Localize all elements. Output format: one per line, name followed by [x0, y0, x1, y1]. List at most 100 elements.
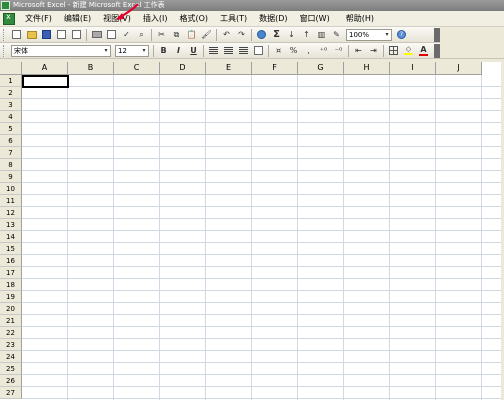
format-painter-icon[interactable]: 🖌 [200, 28, 213, 41]
align-right-icon[interactable] [237, 44, 250, 57]
hyperlink-icon[interactable] [255, 28, 268, 41]
row-header[interactable]: 14 [0, 231, 22, 243]
row-header[interactable]: 2 [0, 87, 22, 99]
column-header[interactable]: H [344, 62, 390, 75]
row-header[interactable]: 4 [0, 111, 22, 123]
redo-icon[interactable]: ↷ [235, 28, 248, 41]
menu-tools[interactable]: 工具(T) [214, 12, 253, 26]
sort-descending-icon[interactable]: ↑ [300, 28, 313, 41]
column-header[interactable]: D [160, 62, 206, 75]
currency-icon[interactable]: ¤ [272, 44, 285, 57]
menu-help[interactable]: 帮助(H) [340, 12, 380, 26]
comma-button[interactable]: , [302, 44, 315, 57]
row-header[interactable]: 6 [0, 135, 22, 147]
row-header[interactable]: 16 [0, 255, 22, 267]
menu-data[interactable]: 数据(D) [253, 12, 293, 26]
column-header[interactable]: J [436, 62, 482, 75]
drawing-icon[interactable]: ✎ [330, 28, 343, 41]
menu-view[interactable]: 视图(V) [97, 12, 137, 26]
decrease-indent-icon[interactable]: ⇤ [352, 44, 365, 57]
email-icon[interactable] [70, 28, 83, 41]
row-header[interactable]: 13 [0, 219, 22, 231]
row-header[interactable]: 18 [0, 279, 22, 291]
menu-format[interactable]: 格式(O) [173, 12, 214, 26]
row-header[interactable]: 24 [0, 351, 22, 363]
paste-icon[interactable]: 📋 [185, 28, 198, 41]
column-header[interactable]: G [298, 62, 344, 75]
save-icon[interactable] [40, 28, 53, 41]
align-left-icon[interactable] [207, 44, 220, 57]
autosum-icon[interactable]: Σ [270, 28, 283, 41]
decrease-decimal-icon[interactable]: ⁻⁰ [332, 44, 345, 57]
print-preview-icon[interactable] [105, 28, 118, 41]
row-header[interactable]: 15 [0, 243, 22, 255]
percent-button[interactable]: % [287, 44, 300, 57]
menu-insert[interactable]: 插入(I) [137, 12, 174, 26]
font-color-icon[interactable]: A [417, 44, 430, 57]
font-name-value: 宋体 [14, 46, 28, 55]
increase-decimal-icon[interactable]: ⁺⁰ [317, 44, 330, 57]
menu-edit[interactable]: 编辑(E) [58, 12, 97, 26]
row-header[interactable]: 21 [0, 315, 22, 327]
borders-icon[interactable] [387, 44, 400, 57]
row-header[interactable]: 8 [0, 159, 22, 171]
font-size-dropdown[interactable]: 12 ▾ [115, 44, 149, 57]
help-icon[interactable]: ? [395, 28, 408, 41]
select-all-corner[interactable] [0, 62, 22, 75]
row-header[interactable]: 17 [0, 267, 22, 279]
chart-wizard-icon[interactable]: ▥ [315, 28, 328, 41]
column-header[interactable]: A [22, 62, 68, 75]
row-header[interactable]: 1 [0, 75, 22, 87]
row-header[interactable]: 26 [0, 375, 22, 387]
column-header[interactable]: C [114, 62, 160, 75]
row-header[interactable]: 11 [0, 195, 22, 207]
fill-color-icon[interactable]: ◇ [402, 44, 415, 57]
menu-bar: 文件(F) 编辑(E) 视图(V) 插入(I) 格式(O) 工具(T) 数据(D… [0, 11, 504, 27]
toolbar-grip[interactable] [3, 44, 6, 57]
row-header[interactable]: 10 [0, 183, 22, 195]
undo-icon[interactable]: ↶ [220, 28, 233, 41]
column-header[interactable]: E [206, 62, 252, 75]
row-header[interactable]: 25 [0, 363, 22, 375]
row-header[interactable]: 19 [0, 291, 22, 303]
row-header[interactable]: 7 [0, 147, 22, 159]
column-header[interactable]: F [252, 62, 298, 75]
print-icon[interactable] [90, 28, 103, 41]
italic-button[interactable]: I [172, 44, 185, 57]
row-header[interactable]: 22 [0, 327, 22, 339]
menu-file[interactable]: 文件(F) [19, 12, 58, 26]
open-icon[interactable] [25, 28, 38, 41]
cut-icon[interactable]: ✂ [155, 28, 168, 41]
active-cell-a1[interactable] [22, 75, 69, 88]
sort-ascending-icon[interactable]: ↓ [285, 28, 298, 41]
copy-icon[interactable]: ⧉ [170, 28, 183, 41]
align-center-icon[interactable] [222, 44, 235, 57]
row-header[interactable]: 12 [0, 207, 22, 219]
row-header[interactable]: 23 [0, 339, 22, 351]
row-header[interactable]: 27 [0, 387, 22, 399]
spelling-icon[interactable]: ✓ [120, 28, 133, 41]
permission-icon[interactable] [55, 28, 68, 41]
window-title: Microsoft Excel - 新建 Microsoft Excel 工作表 [13, 1, 165, 9]
increase-indent-icon[interactable]: ⇥ [367, 44, 380, 57]
workbook-icon[interactable] [3, 12, 15, 25]
toolbar-grip[interactable] [3, 28, 6, 41]
chevron-down-icon: ▾ [104, 46, 108, 54]
separator [268, 44, 269, 57]
row-header[interactable]: 9 [0, 171, 22, 183]
merge-center-icon[interactable] [252, 44, 265, 57]
column-header[interactable]: B [68, 62, 114, 75]
cell-area[interactable] [22, 75, 504, 400]
column-header[interactable]: I [390, 62, 436, 75]
row-header[interactable]: 5 [0, 123, 22, 135]
row-header[interactable]: 20 [0, 303, 22, 315]
bold-button[interactable]: B [157, 44, 170, 57]
zoom-dropdown[interactable]: 100% ▾ [346, 28, 392, 41]
underline-button[interactable]: U [187, 44, 200, 57]
new-icon[interactable] [10, 28, 23, 41]
research-icon[interactable]: ⌕ [135, 28, 148, 41]
font-name-dropdown[interactable]: 宋体 ▾ [11, 44, 111, 57]
row-header[interactable]: 3 [0, 99, 22, 111]
menu-window[interactable]: 窗口(W) [294, 12, 336, 26]
column-headers: A B C D E F G H I J [22, 62, 482, 75]
